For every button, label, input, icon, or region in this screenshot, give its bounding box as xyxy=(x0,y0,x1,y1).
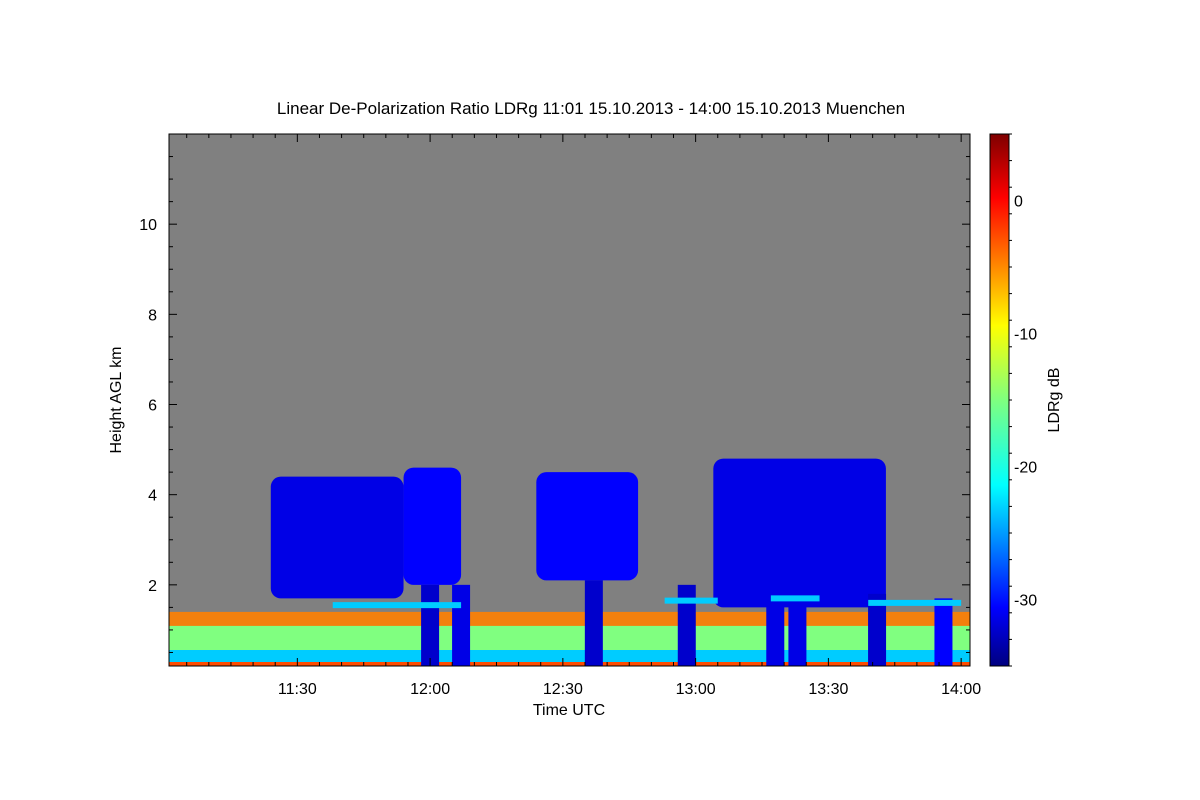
colorbar-tick-label: -20 xyxy=(1014,460,1037,477)
colorbar-tick-label: 0 xyxy=(1014,194,1023,211)
cloud-segment-3 xyxy=(713,458,886,608)
x-axis-label: Time UTC xyxy=(533,702,605,719)
cloud-segment-1 xyxy=(403,467,462,585)
colorbar xyxy=(989,133,1010,667)
x-tick-label: 14:00 xyxy=(941,681,981,698)
boundary-layer-surface xyxy=(169,650,970,662)
colorbar-tick-label: -10 xyxy=(1014,327,1037,344)
fall-streak-0 xyxy=(421,584,440,666)
melting-layer-0 xyxy=(332,602,462,609)
fall-streak-4 xyxy=(766,598,785,666)
x-tick-label: 12:30 xyxy=(543,681,583,698)
fall-streak-3 xyxy=(677,584,696,666)
data-field xyxy=(169,458,970,666)
melting-layer-3 xyxy=(868,599,962,606)
y-tick-label: 6 xyxy=(148,398,157,415)
melting-layer-1 xyxy=(664,597,718,604)
y-tick-label: 2 xyxy=(148,578,157,595)
y-tick-label: 4 xyxy=(148,488,157,505)
colorbar-tick-label: -30 xyxy=(1014,593,1037,610)
melting-layer-2 xyxy=(770,595,820,602)
x-tick-label: 12:00 xyxy=(410,681,450,698)
cloud-segment-0 xyxy=(270,476,404,599)
fall-streak-7 xyxy=(934,598,953,666)
fall-streak-1 xyxy=(452,584,471,666)
fall-streak-5 xyxy=(788,593,807,666)
x-tick-label: 13:00 xyxy=(676,681,716,698)
cloud-segment-2 xyxy=(536,472,639,581)
chart-title: Linear De-Polarization Ratio LDRg 11:01 … xyxy=(277,99,905,118)
fall-streak-2 xyxy=(584,580,603,666)
y-tick-label: 10 xyxy=(139,217,157,234)
x-tick-label: 13:30 xyxy=(808,681,848,698)
y-tick-label: 8 xyxy=(148,307,157,324)
x-tick-label: 11:30 xyxy=(278,681,317,698)
colorbar-label: LDRg dB xyxy=(1046,368,1063,433)
colorbar-axis: 0 -10 -20 -30 xyxy=(1009,133,1037,667)
ldr-chart: Linear De-Polarization Ratio LDRg 11:01 … xyxy=(108,99,1063,719)
surface-echo xyxy=(169,662,970,666)
y-axis-label: Height AGL km xyxy=(108,346,125,453)
